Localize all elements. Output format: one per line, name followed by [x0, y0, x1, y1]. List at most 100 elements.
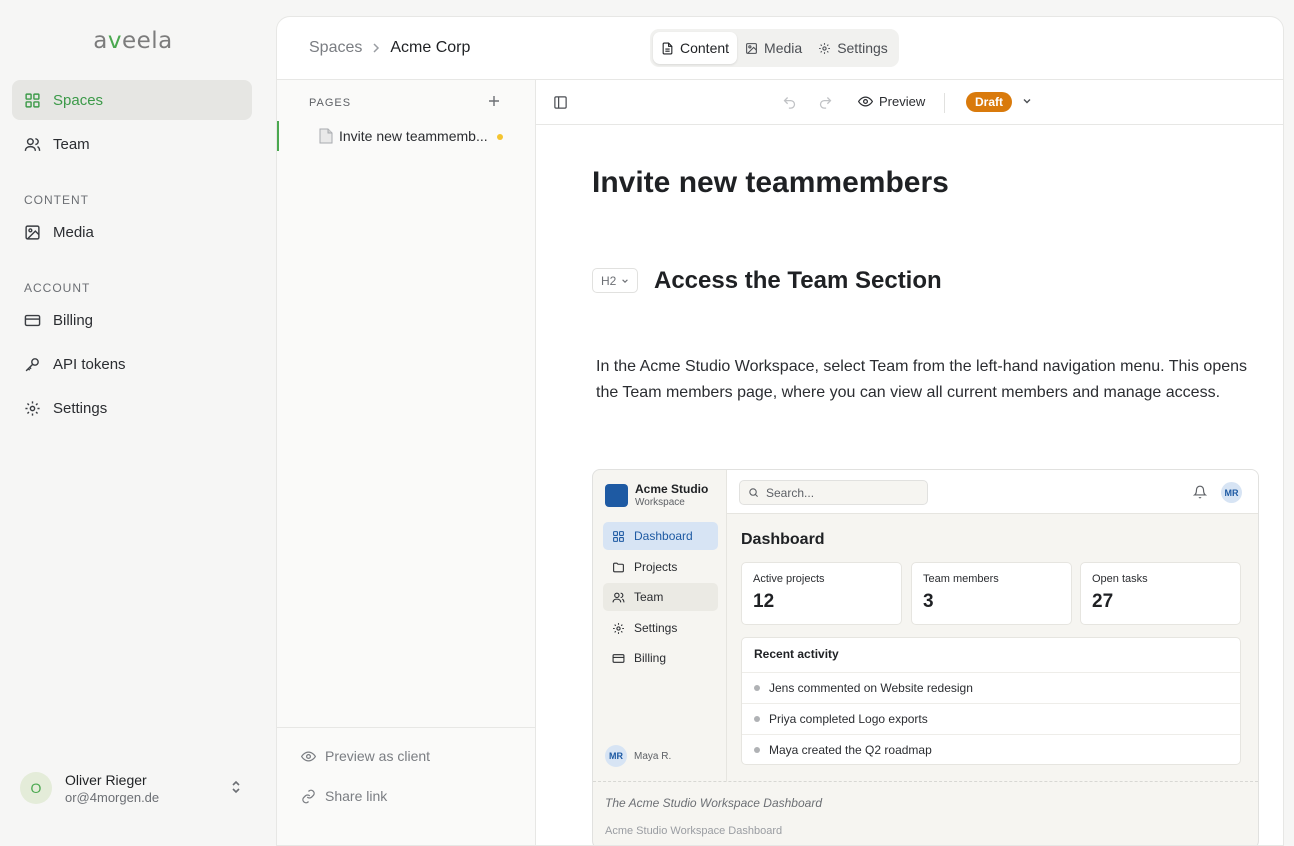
section-label-account: ACCOUNT — [24, 281, 91, 295]
top-bar: Spaces Acme Corp Content Media Settings — [277, 17, 1283, 80]
logo-letter-a: a — [93, 28, 108, 54]
stat-card: Active projects 12 — [741, 562, 902, 625]
preview-button[interactable]: Preview — [858, 94, 925, 109]
bullet — [754, 716, 760, 722]
block-type-label: H2 — [601, 273, 617, 288]
chevron-down-icon[interactable] — [1022, 96, 1032, 106]
search-icon — [749, 488, 759, 498]
sidebar-item-billing[interactable]: Billing — [12, 300, 252, 340]
nav-label: Team — [634, 590, 664, 604]
stat-label: Active projects — [753, 573, 825, 585]
activity-text: Priya completed Logo exports — [769, 712, 928, 726]
avatar: MR — [1221, 482, 1242, 503]
image-icon — [25, 224, 40, 240]
brand-subtitle: Workspace — [635, 497, 685, 508]
tab-content[interactable]: Content — [653, 32, 738, 64]
status-badge[interactable]: Draft — [966, 92, 1013, 112]
tab-settings[interactable]: Settings — [810, 32, 896, 64]
editor: Preview Draft Invite new teammembers H2 … — [536, 80, 1283, 845]
view-tabs: Content Media Settings — [650, 29, 899, 67]
unsaved-indicator — [497, 134, 503, 140]
gear-icon — [25, 400, 40, 416]
sidebar-item-label: Team — [53, 135, 90, 153]
app-sidebar: aveela Spaces Team CONTENT Media ACCOUNT… — [0, 0, 276, 830]
grid-icon — [25, 92, 40, 108]
paragraph-block[interactable]: In the Acme Studio Workspace, select Tea… — [596, 354, 1266, 406]
breadcrumb-parent[interactable]: Spaces — [309, 39, 362, 57]
share-link[interactable]: Share link — [301, 788, 387, 804]
link-label: Preview as client — [325, 748, 431, 764]
sidebar-item-label: Media — [53, 223, 94, 241]
search-placeholder: Search... — [766, 485, 815, 500]
embedded-nav-dashboard: Dashboard — [603, 522, 718, 550]
app-logo[interactable]: aveela — [0, 28, 266, 54]
activity-text: Maya created the Q2 roadmap — [769, 743, 932, 757]
image-block[interactable]: Acme Studio Workspace Dashboard Projects… — [592, 469, 1259, 845]
tab-media[interactable]: Media — [737, 32, 810, 64]
tab-label: Media — [764, 40, 803, 56]
eye-icon — [858, 96, 873, 107]
section-label-content: CONTENT — [24, 193, 89, 207]
link-icon — [302, 789, 315, 803]
logo-leaf: v — [107, 28, 122, 54]
tab-label: Settings — [837, 40, 888, 56]
sidebar-item-label: Billing — [53, 311, 94, 329]
embedded-nav-settings: Settings — [603, 614, 718, 642]
activity-heading: Recent activity — [754, 647, 839, 661]
embedded-topbar: Search... MR — [727, 470, 1258, 514]
user-menu[interactable]: O Oliver Rieger or@4morgen.de — [20, 768, 252, 808]
chevron-up-down-icon — [232, 780, 240, 794]
sidebar-item-settings[interactable]: Settings — [12, 388, 252, 428]
credit-card-icon — [24, 314, 41, 326]
undo-icon[interactable] — [782, 95, 797, 110]
activity-text: Jens commented on Website redesign — [769, 681, 973, 695]
add-page-icon[interactable] — [487, 94, 501, 108]
gear-icon — [613, 622, 624, 634]
embedded-nav-billing: Billing — [603, 644, 718, 672]
sidebar-item-team[interactable]: Team — [12, 124, 252, 164]
breadcrumb: Spaces Acme Corp — [309, 39, 470, 57]
nav-label: Billing — [634, 651, 667, 665]
link-label: Share link — [325, 788, 388, 804]
embedded-user: MR Maya R. — [605, 745, 671, 767]
stat-label: Team members — [923, 573, 999, 585]
redo-icon[interactable] — [818, 95, 833, 110]
image-caption[interactable]: The Acme Studio Workspace Dashboard — [605, 796, 822, 810]
list-item: Maya created the Q2 roadmap — [742, 734, 1240, 765]
nav-label: Dashboard — [634, 529, 693, 543]
folder-icon — [613, 562, 624, 572]
user-name: Oliver Rieger — [65, 771, 147, 788]
bullet — [754, 747, 760, 753]
section-heading[interactable]: Access the Team Section — [654, 267, 942, 295]
embedded-nav-projects: Projects — [603, 553, 718, 581]
page-list-item[interactable]: Invite new teammemb... — [277, 121, 535, 151]
block-type-select[interactable]: H2 — [592, 268, 639, 293]
tab-label: Content — [680, 40, 730, 56]
sidebar-toggle-icon[interactable] — [553, 95, 568, 110]
stat-value: 12 — [753, 591, 775, 612]
sidebar-item-spaces[interactable]: Spaces — [12, 80, 252, 120]
stat-card: Open tasks 27 — [1080, 562, 1241, 625]
editor-toolbar: Preview Draft — [536, 80, 1283, 125]
brand-name: Acme Studio — [635, 482, 709, 496]
avatar: O — [20, 772, 52, 804]
embedded-user-name: Maya R. — [634, 750, 672, 762]
sidebar-item-api-tokens[interactable]: API tokens — [12, 344, 252, 384]
list-item: Priya completed Logo exports — [742, 703, 1240, 734]
nav-label: Projects — [634, 560, 678, 574]
pages-panel: PAGES Invite new teammemb... Preview as … — [277, 80, 536, 845]
embedded-sidebar: Acme Studio Workspace Dashboard Projects… — [593, 470, 727, 782]
preview-as-client-link[interactable]: Preview as client — [301, 748, 430, 764]
page-title[interactable]: Invite new teammembers — [592, 166, 949, 200]
stat-value: 3 — [923, 591, 934, 612]
avatar: MR — [605, 745, 627, 767]
sidebar-item-media[interactable]: Media — [12, 212, 252, 252]
embedded-nav-team: Team — [603, 583, 718, 611]
pages-heading: PAGES — [309, 97, 352, 109]
breadcrumb-current: Acme Corp — [390, 39, 471, 56]
toolbar-divider — [944, 93, 945, 113]
logo-text: eela — [121, 28, 173, 54]
main-panel: Spaces Acme Corp Content Media Settings … — [276, 16, 1284, 846]
bell-icon — [1193, 485, 1207, 499]
image-alt-text[interactable]: Acme Studio Workspace Dashboard — [605, 825, 782, 837]
